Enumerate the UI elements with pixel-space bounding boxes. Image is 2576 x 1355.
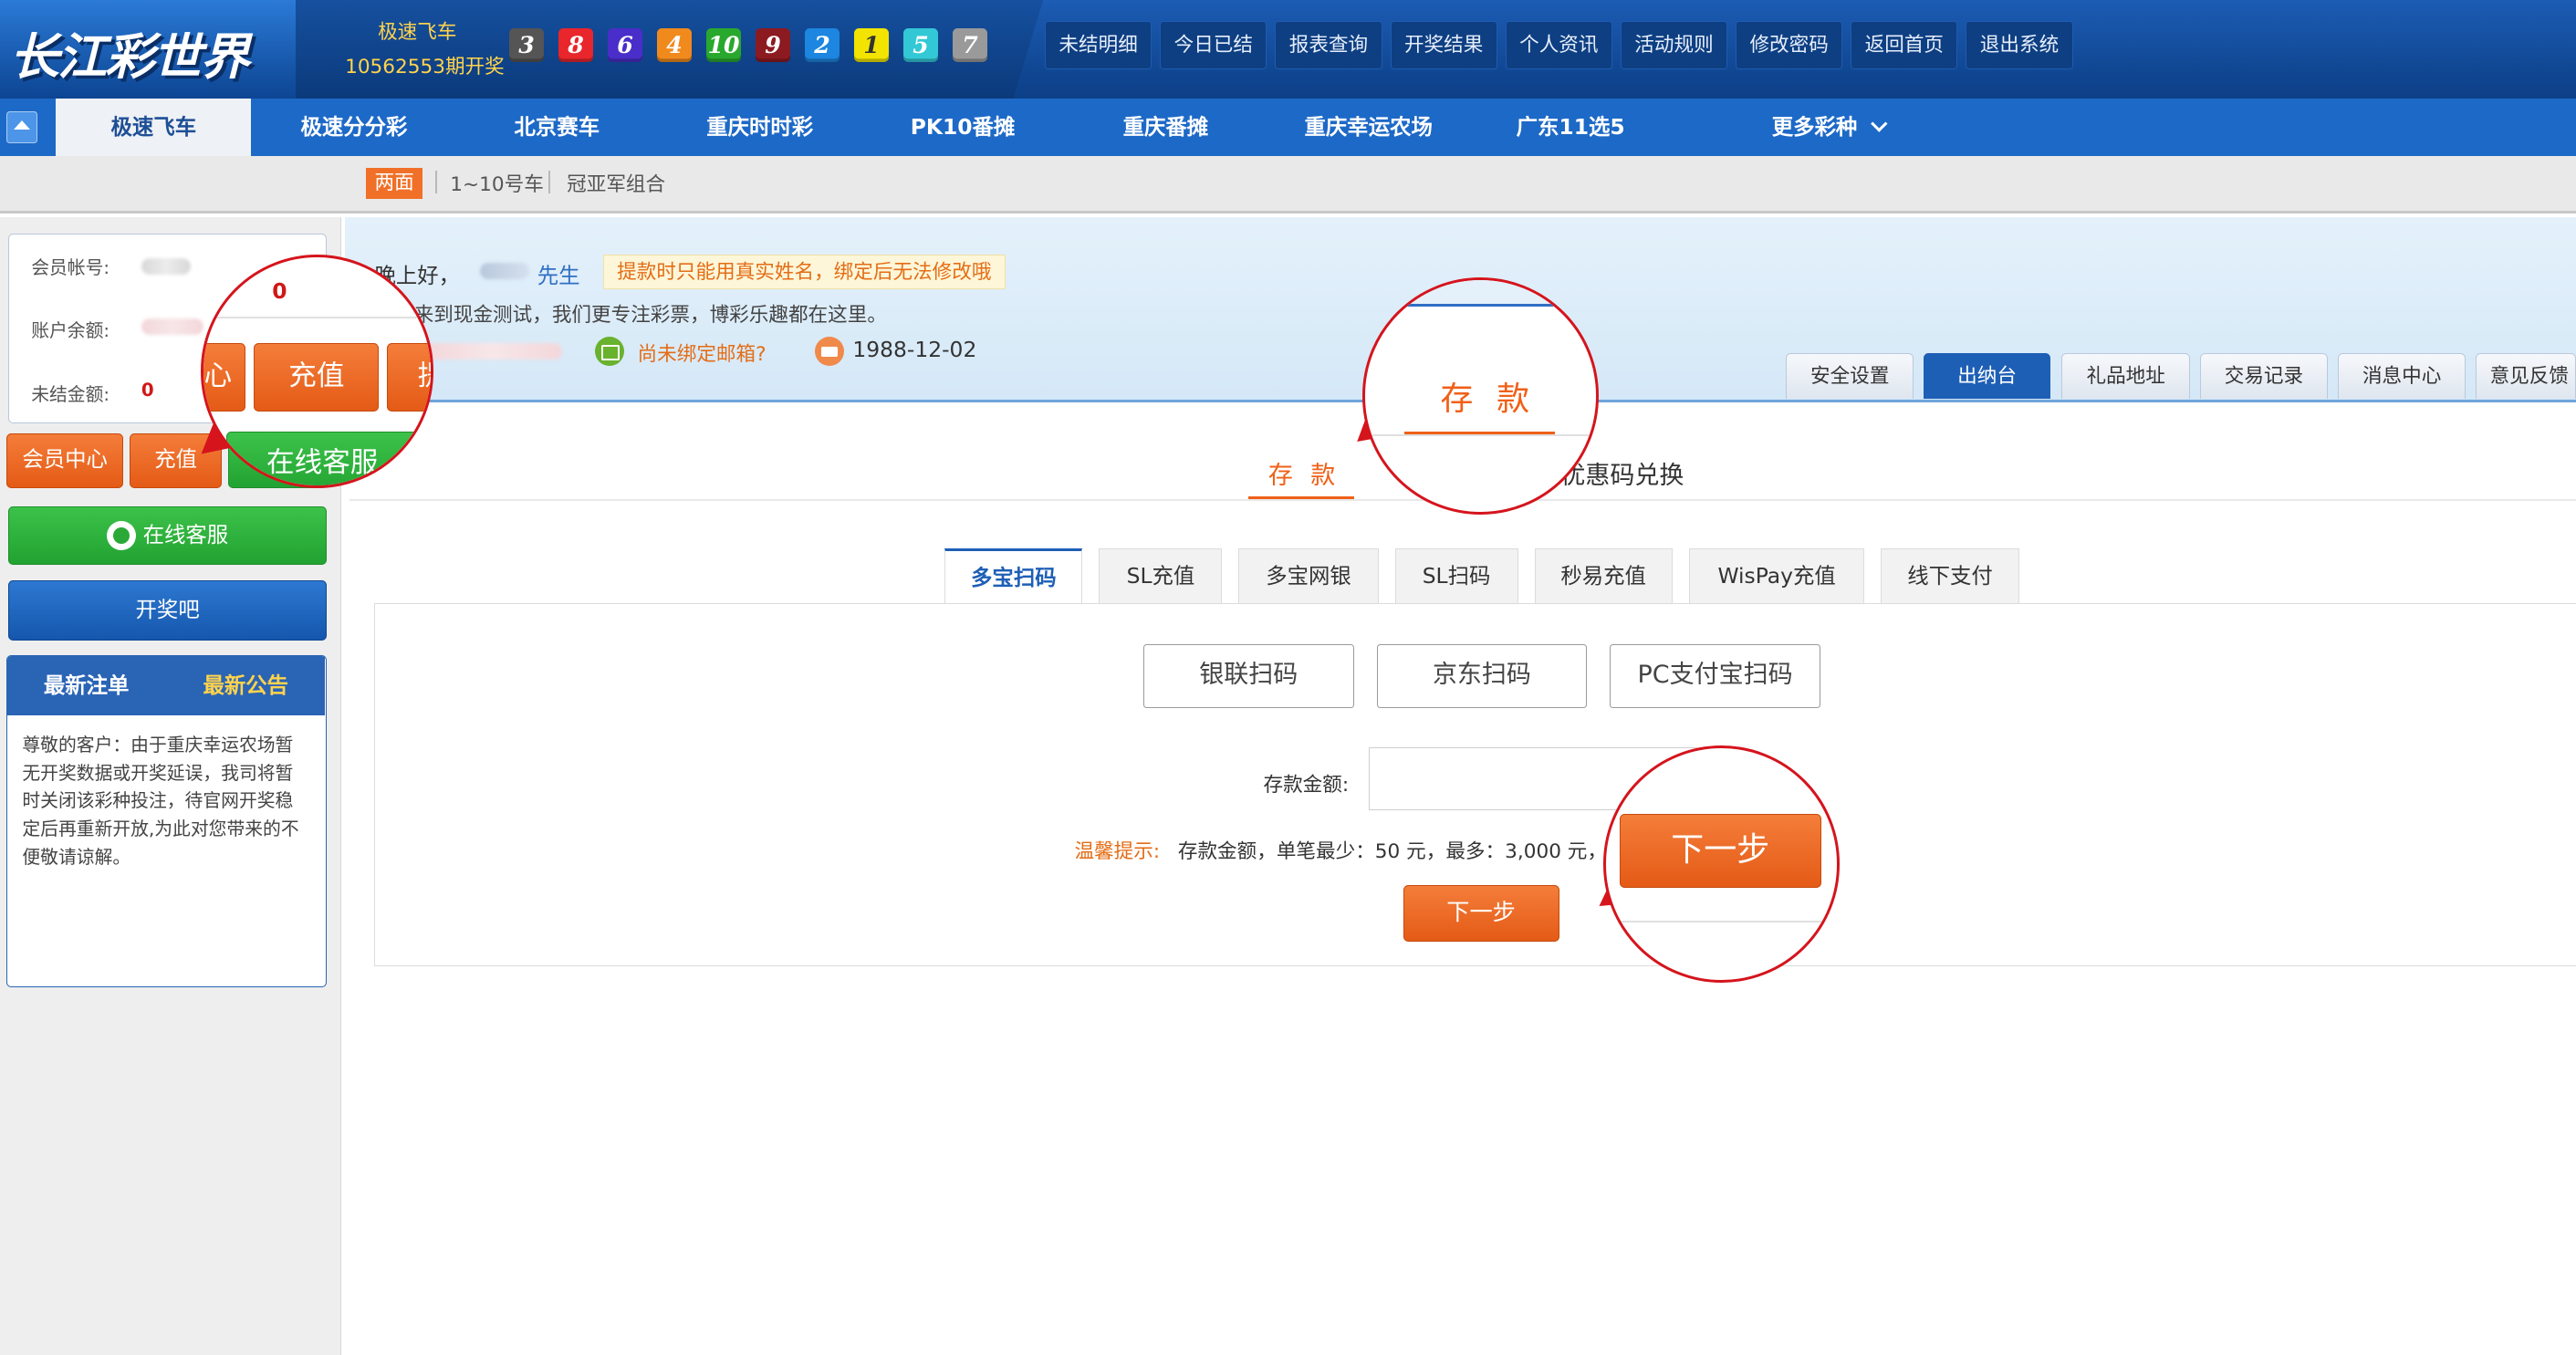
birthday-value: 1988-12-02 (852, 337, 977, 363)
result-ball: 5 (903, 27, 938, 63)
tab-security-settings[interactable]: 安全设置 (1786, 353, 1914, 400)
notice-text: 尊敬的客户：由于重庆幸运农场暂无开奖数据或开奖延误，我司将暂时关闭该彩种投注，待… (22, 735, 299, 868)
balance-blurred (141, 318, 204, 336)
zoom-next-button: 下一步 (1619, 814, 1821, 889)
tab-cashier[interactable]: 出纳台 (1924, 353, 2050, 400)
tab-transactions[interactable]: 交易记录 (2199, 353, 2329, 400)
game-tab-chongqing-ssc[interactable]: 重庆时时彩 (690, 99, 829, 156)
result-ball: 7 (953, 27, 987, 63)
zoom-callout-next-button: 下一步 (1603, 745, 1841, 983)
pay-tab-wispay[interactable]: WisPay充值 (1688, 548, 1865, 603)
game-tab-chongqing-nongchang[interactable]: 重庆幸运农场 (1291, 99, 1445, 156)
pay-tab-offline[interactable]: 线下支付 (1881, 548, 2019, 603)
draw-period: 10562553期开奖 (345, 55, 505, 78)
top-nav-button[interactable]: 活动规则 (1620, 21, 1728, 69)
zoom-withdraw-partial: 提 (387, 342, 432, 412)
real-name-warning: 提款时只能用真实姓名，绑定后无法修改哦 (602, 255, 1006, 289)
pay-tab-miaoyi[interactable]: 秒易充值 (1534, 548, 1673, 603)
game-tab-chongqing-fantan[interactable]: 重庆番摊 (1104, 99, 1227, 156)
bind-email-link[interactable]: 尚未绑定邮箱? (638, 339, 767, 367)
divider (1606, 921, 1838, 923)
pay-tab-duobao-bank[interactable]: 多宝网银 (1238, 548, 1379, 603)
site-logo[interactable]: 长江彩世界 (10, 16, 250, 89)
user-name-blurred (479, 263, 529, 280)
online-service-label: 在线客服 (142, 521, 229, 547)
real-name-blurred (423, 343, 562, 360)
kaijiang-button[interactable]: 开奖吧 (8, 579, 328, 641)
zoom-callout-deposit-tab: 存 款 (1361, 277, 1599, 515)
result-ball: 3 (509, 27, 544, 63)
account-name-blurred (141, 257, 191, 275)
game-tab-jisu-fenfencai[interactable]: 极速分分彩 (276, 99, 432, 156)
tab-gift-address[interactable]: 礼品地址 (2061, 353, 2190, 400)
top-nav-button[interactable]: 报表查询 (1275, 21, 1382, 69)
balance-label: 账户余额: (31, 319, 110, 341)
result-ball: 8 (558, 27, 593, 63)
method-unionpay-scan[interactable]: 银联扫码 (1143, 643, 1354, 708)
pay-tab-sl-scan[interactable]: SL扫码 (1394, 548, 1518, 603)
amount-label: 存款金额: (1263, 773, 1350, 797)
pay-tab-sl-recharge[interactable]: SL充值 (1099, 548, 1223, 603)
result-ball: 1 (854, 27, 889, 63)
game-tab-pk10-fantan[interactable]: PK10番摊 (899, 99, 1027, 156)
method-alipay-pc-scan[interactable]: PC支付宝扫码 (1610, 643, 1820, 708)
tab-feedback[interactable]: 意见反馈 (2476, 353, 2576, 400)
welcome-text: 欢迎来到现金测试，我们更专注彩票，博彩乐趣都在这里。 (374, 303, 887, 327)
tab-latest-bets[interactable]: 最新注单 (7, 656, 165, 715)
tab-deposit[interactable]: 存 款 (1268, 455, 1340, 491)
top-nav-button[interactable]: 修改密码 (1736, 21, 1843, 69)
notice-panel: 最新注单 最新公告 尊敬的客户：由于重庆幸运农场暂无开奖数据或开奖延误，我司将暂… (6, 655, 328, 988)
method-jd-scan[interactable]: 京东扫码 (1376, 643, 1588, 708)
headset-icon (107, 520, 137, 551)
zoom-online-service: 在线客服 (225, 431, 432, 485)
account-label: 会员帐号: (31, 257, 110, 279)
result-ball: 2 (805, 27, 840, 63)
tab-latest-notice[interactable]: 最新公告 (167, 656, 325, 715)
top-nav-button[interactable]: 退出系统 (1966, 21, 2073, 69)
pay-tab-duobao-scan[interactable]: 多宝扫码 (944, 548, 1083, 605)
top-nav-button[interactable]: 今日已结 (1160, 21, 1267, 69)
result-ball: 9 (756, 27, 790, 63)
zoom-callout-account: 0 心 充值 提 在线客服 (200, 255, 434, 488)
divider (1364, 434, 1596, 437)
game-tab-more[interactable]: 更多彩种 (1763, 99, 1894, 156)
sub-tab-two-sides[interactable]: 两面 (366, 167, 422, 199)
zoom-recharge-button: 充值 (254, 342, 380, 412)
sub-tab-1-10[interactable]: 1~10号车 (450, 169, 544, 197)
result-ball: 6 (608, 27, 642, 63)
user-title: 先生 (537, 262, 580, 288)
result-ball: 4 (657, 27, 692, 63)
top-nav-button[interactable]: 开奖结果 (1390, 21, 1497, 69)
game-tab-beijing-saiche[interactable]: 北京赛车 (493, 99, 621, 156)
member-center-button[interactable]: 会员中心 (6, 433, 123, 488)
chevron-down-icon (1871, 115, 1888, 132)
unsettled-value: 0 (141, 379, 154, 401)
notice-tabs: 最新注单 最新公告 (7, 656, 325, 716)
collapse-up-icon[interactable] (6, 111, 38, 143)
unsettled-label: 未结金额: (31, 383, 110, 405)
result-ball: 10 (706, 27, 741, 63)
top-nav-button[interactable]: 未结明细 (1045, 21, 1152, 69)
draw-result-balls: 3 8 6 4 10 9 2 1 5 7 (509, 27, 987, 63)
draw-game-name: 极速飞车 (378, 21, 457, 44)
top-nav-button[interactable]: 个人资讯 (1505, 21, 1612, 69)
more-games-label: 更多彩种 (1771, 114, 1858, 141)
game-tab-guangdong-11x5[interactable]: 广东11选5 (1507, 99, 1634, 156)
next-step-button[interactable]: 下一步 (1403, 885, 1559, 942)
zoom-panel-edge (1364, 280, 1596, 307)
online-service-button[interactable]: 在线客服 (8, 506, 328, 566)
divider (548, 171, 551, 194)
divider (435, 171, 437, 194)
zoom-deposit-tab: 存 款 (1440, 380, 1537, 419)
top-nav-button[interactable]: 返回首页 (1851, 21, 1958, 69)
sub-tab-guanya[interactable]: 冠亚军组合 (567, 169, 665, 197)
hint-label: 温馨提示: (1074, 840, 1161, 864)
zoom-unsettled-value: 0 (272, 278, 287, 305)
game-tab-jisu-feiche[interactable]: 极速飞车 (56, 99, 252, 157)
divider (203, 316, 432, 318)
tab-messages[interactable]: 消息中心 (2337, 353, 2466, 400)
top-nav: 未结明细 今日已结 报表查询 开奖结果 个人资讯 活动规则 修改密码 返回首页 退出系统 (1045, 21, 2073, 69)
zoom-member-center-partial: 心 (203, 342, 246, 412)
